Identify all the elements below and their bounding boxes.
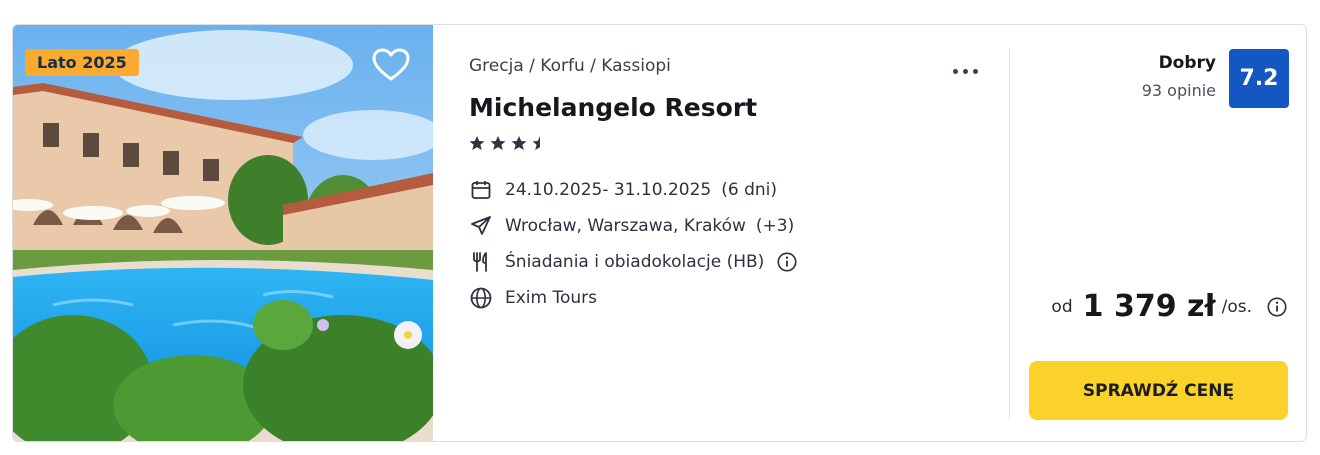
more-options-button[interactable]: [953, 59, 985, 74]
offer-info: Grecja / Korfu / Kassiopi Michelangelo R…: [469, 25, 1009, 441]
globe-icon: [470, 287, 492, 309]
offer-card[interactable]: Lato 2025 Grecja / Korfu / Kassiopi Mich…: [12, 24, 1307, 442]
hotel-stars: [469, 136, 540, 150]
restaurant-icon: [473, 252, 487, 272]
hotel-name[interactable]: Michelangelo Resort: [469, 93, 757, 122]
plane-icon: [471, 216, 491, 235]
hotel-photo-image: [13, 25, 433, 441]
breadcrumb[interactable]: Grecja / Korfu / Kassiopi: [469, 56, 671, 76]
board-text: Śniadania i obiadokolacje (HB): [505, 252, 765, 272]
divider: [1009, 49, 1010, 419]
info-icon[interactable]: [1266, 296, 1288, 318]
favorite-button[interactable]: [371, 47, 411, 83]
star-icon: [469, 136, 485, 150]
season-badge: Lato 2025: [25, 49, 139, 76]
half-star-icon: [532, 136, 540, 150]
rating-label: Dobry: [1158, 53, 1216, 73]
departure-row: Wrocław, Warszawa, Kraków (+3): [469, 214, 794, 238]
operator-text: Exim Tours: [505, 288, 598, 308]
price: od 1 379 zł /os.: [1051, 289, 1288, 324]
more-icon: [953, 69, 958, 74]
departure-more[interactable]: (+3): [756, 216, 794, 236]
price-unit: /os.: [1221, 296, 1252, 317]
operator-row: Exim Tours: [469, 286, 597, 310]
calendar-icon: [471, 181, 491, 199]
info-icon[interactable]: [776, 251, 798, 273]
more-icon: [963, 69, 968, 74]
price-from: od: [1051, 296, 1073, 317]
departure-text: Wrocław, Warszawa, Kraków: [505, 216, 746, 236]
review-count[interactable]: 93 opinie: [1142, 81, 1216, 100]
star-icon: [490, 136, 506, 150]
board-row: Śniadania i obiadokolacje (HB): [469, 250, 798, 274]
dates-text: 24.10.2025- 31.10.2025: [505, 180, 712, 200]
hotel-photo[interactable]: Lato 2025: [13, 25, 433, 441]
check-price-button[interactable]: SPRAWDŹ CENĘ: [1029, 361, 1288, 420]
dates-row: 24.10.2025- 31.10.2025 (6 dni): [469, 178, 777, 202]
heart-icon: [372, 48, 410, 81]
rating-score: 7.2: [1229, 49, 1289, 108]
duration-text: (6 dni): [721, 180, 777, 200]
star-icon: [511, 136, 527, 150]
more-icon: [973, 69, 978, 74]
price-value: 1 379 zł: [1082, 289, 1216, 324]
